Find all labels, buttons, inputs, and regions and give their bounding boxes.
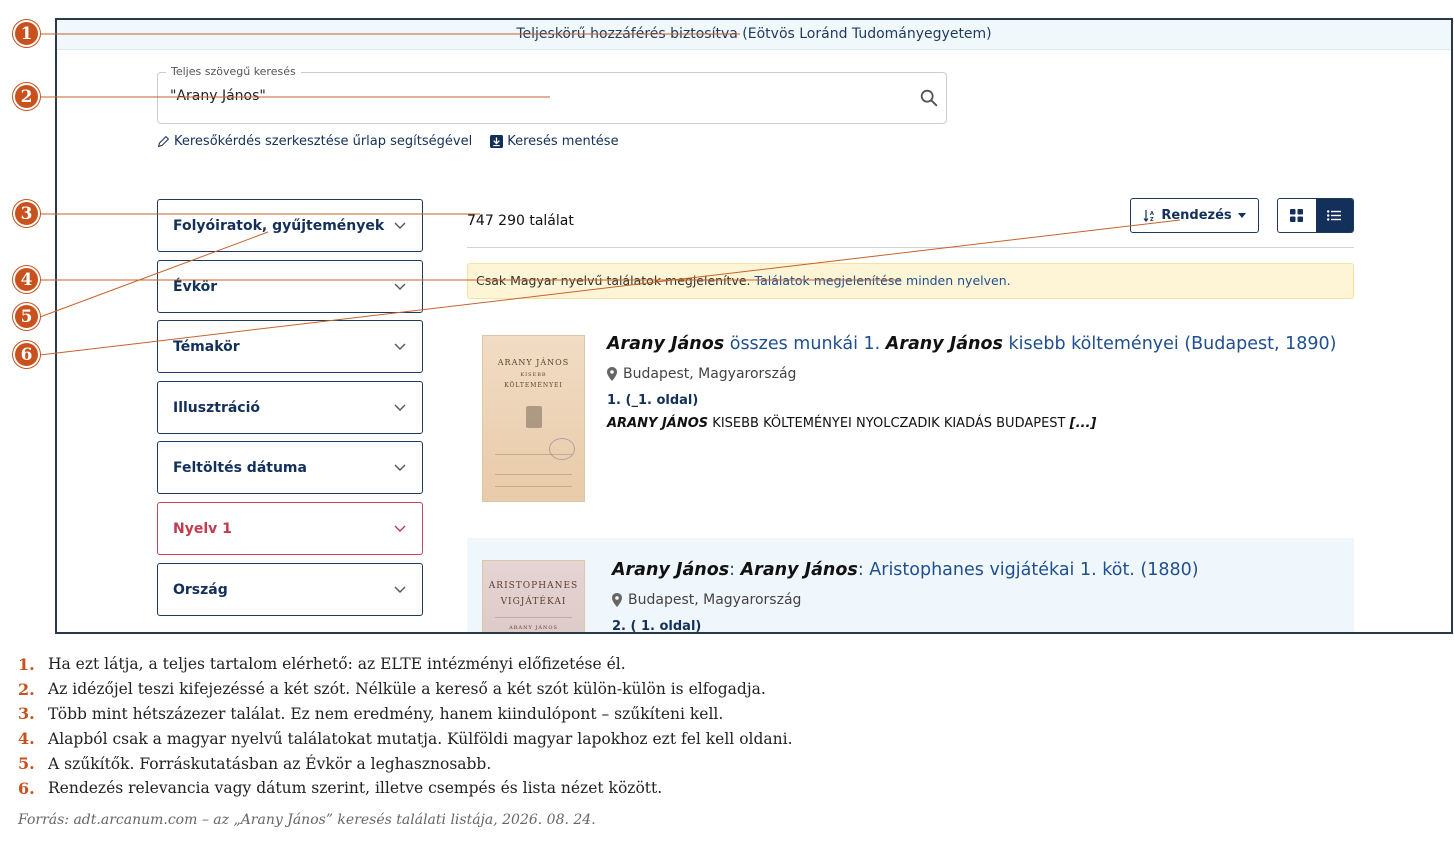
thumb-emblem — [526, 406, 542, 428]
thumb-line: ARANY JÁNOS — [509, 625, 558, 631]
map-pin-icon — [607, 367, 617, 381]
callout-badge: 1 — [13, 20, 40, 47]
facet-label: Nyelv 1 — [173, 520, 232, 537]
caret-down-icon — [1237, 213, 1246, 218]
facet-4[interactable]: Feltöltés dátuma — [157, 441, 423, 494]
chevron-down-icon — [394, 464, 406, 471]
facet-6[interactable]: Ország — [157, 563, 423, 616]
result-page-link[interactable]: 2. ( 1. oldal) — [612, 619, 701, 632]
thumb-line: VIGJÁTÉKAI — [500, 597, 567, 607]
facet-label: Ország — [173, 581, 228, 598]
save-search-label: Keresés mentése — [507, 134, 619, 149]
facet-label: Évkör — [173, 278, 218, 295]
grid-view-button[interactable] — [1278, 199, 1316, 232]
callout-badge: 5 — [13, 303, 40, 330]
edit-query-link[interactable]: Keresőkérdés szerkesztése űrlap segítség… — [157, 134, 472, 149]
chevron-down-icon — [394, 586, 406, 593]
result-location-text: Budapest, Magyarország — [628, 592, 802, 608]
all-languages-link[interactable]: Találatok megjelenítése minden nyelven. — [755, 273, 1011, 288]
facet-1[interactable]: Évkör — [157, 260, 423, 313]
result-page-link[interactable]: 1. (_1. oldal) — [607, 393, 698, 408]
chevron-down-icon — [394, 404, 406, 411]
result-location-text: Budapest, Magyarország — [623, 366, 797, 382]
thumb-stamp — [549, 438, 575, 460]
note-item: 4. Alapból csak a magyar nyelvű találatok… — [18, 729, 793, 749]
save-search-link[interactable]: Keresés mentése — [490, 134, 619, 149]
source-caption: Forrás: adt.arcanum.com – az „Arany Jáno… — [18, 812, 596, 828]
facet-label: Feltöltés dátuma — [173, 459, 307, 476]
query-links: Keresőkérdés szerkesztése űrlap segítség… — [157, 134, 619, 149]
view-toggle — [1277, 198, 1354, 233]
facet-2[interactable]: Témakör — [157, 320, 423, 373]
result-item[interactable]: ARISTOPHANES VIGJÁTÉKAI ARANY JÁNOS Aran… — [467, 538, 1354, 632]
download-icon — [490, 135, 504, 148]
callout-badge: 2 — [13, 83, 40, 110]
language-notice-text: Csak Magyar nyelvű találatok megjelenítv… — [476, 273, 751, 288]
sort-button[interactable]: AZ Rendezés — [1130, 198, 1259, 233]
chevron-down-icon — [394, 222, 406, 229]
facet-5[interactable]: Nyelv 1 — [157, 502, 423, 555]
result-location: Budapest, Magyarország — [607, 366, 796, 382]
list-view-button[interactable] — [1315, 199, 1353, 232]
facet-label: Témakör — [173, 338, 240, 355]
sort-label: Rendezés — [1161, 208, 1232, 223]
results-divider — [467, 247, 1354, 248]
map-pin-icon — [612, 593, 622, 607]
result-thumbnail[interactable]: ARISTOPHANES VIGJÁTÉKAI ARANY JÁNOS — [482, 560, 585, 632]
sort-icon: AZ — [1143, 210, 1154, 222]
edit-query-label: Keresőkérdés szerkesztése űrlap segítség… — [174, 134, 473, 149]
grid-icon — [1290, 209, 1304, 222]
callout-badge: 4 — [13, 266, 40, 293]
thumb-line: ARISTOPHANES — [488, 581, 579, 591]
screenshot-frame: Teljeskörű hozzáférés biztosítva (Eötvös… — [55, 18, 1453, 634]
result-title[interactable]: Arany János: Arany János: Aristophanes v… — [612, 560, 1199, 580]
thumb-line: KISEBB — [520, 372, 547, 378]
result-title[interactable]: Arany János összes munkái 1. Arany János… — [607, 334, 1336, 354]
access-banner: Teljeskörű hozzáférés biztosítva (Eötvös… — [57, 20, 1451, 50]
language-notice: Csak Magyar nyelvű találatok megjelenítv… — [467, 263, 1354, 299]
callout-badge: 3 — [13, 200, 40, 227]
chevron-down-icon — [394, 283, 406, 290]
search-input[interactable] — [170, 88, 910, 104]
notes-list: 1. Ha ezt látja, a teljes tartalom elérhe… — [18, 652, 793, 801]
callout-badge: 6 — [13, 341, 40, 368]
facet-label: Folyóiratok, gyűjtemények — [173, 217, 385, 234]
result-snippet: ARANY JÁNOS KISEBB KÖLTEMÉNYEI NYOLCZADI… — [607, 416, 1097, 431]
chevron-down-icon — [394, 343, 406, 350]
search-box[interactable]: Teljes szövegű keresés — [157, 65, 947, 124]
search-legend: Teljes szövegű keresés — [166, 65, 301, 78]
facet-0[interactable]: Folyóiratok, gyűjtemények — [157, 199, 423, 252]
search-icon[interactable] — [918, 87, 940, 109]
pencil-icon — [157, 135, 170, 148]
note-item: 6. Rendezés relevancia vagy dátum szerint… — [18, 778, 663, 798]
result-count: 747 290 találat — [467, 213, 574, 229]
note-item: 1. Ha ezt látja, a teljes tartalom elérhe… — [18, 654, 626, 674]
note-item: 2. Az idézőjel teszi kifejezéssé a két sz… — [18, 679, 766, 699]
chevron-down-icon — [394, 525, 406, 532]
facet-label: Illusztráció — [173, 399, 261, 416]
result-thumbnail[interactable]: ARANY JÁNOS KISEBB KÖLTEMÉNYEI — [482, 335, 585, 502]
list-icon — [1327, 210, 1342, 221]
result-location: Budapest, Magyarország — [612, 592, 801, 608]
result-item[interactable]: ARANY JÁNOS KISEBB KÖLTEMÉNYEI Arany Ján… — [467, 320, 1354, 520]
note-item: 5. A szűkítők. Forráskutatásban az Évkör … — [18, 754, 492, 774]
facet-3[interactable]: Illusztráció — [157, 381, 423, 434]
thumb-line: ARANY JÁNOS — [497, 358, 570, 367]
thumb-line: KÖLTEMÉNYEI — [504, 382, 563, 389]
note-item: 3. Több mint hétszázezer találat. Ez nem … — [18, 704, 724, 724]
svg-text:Z: Z — [1150, 217, 1154, 222]
